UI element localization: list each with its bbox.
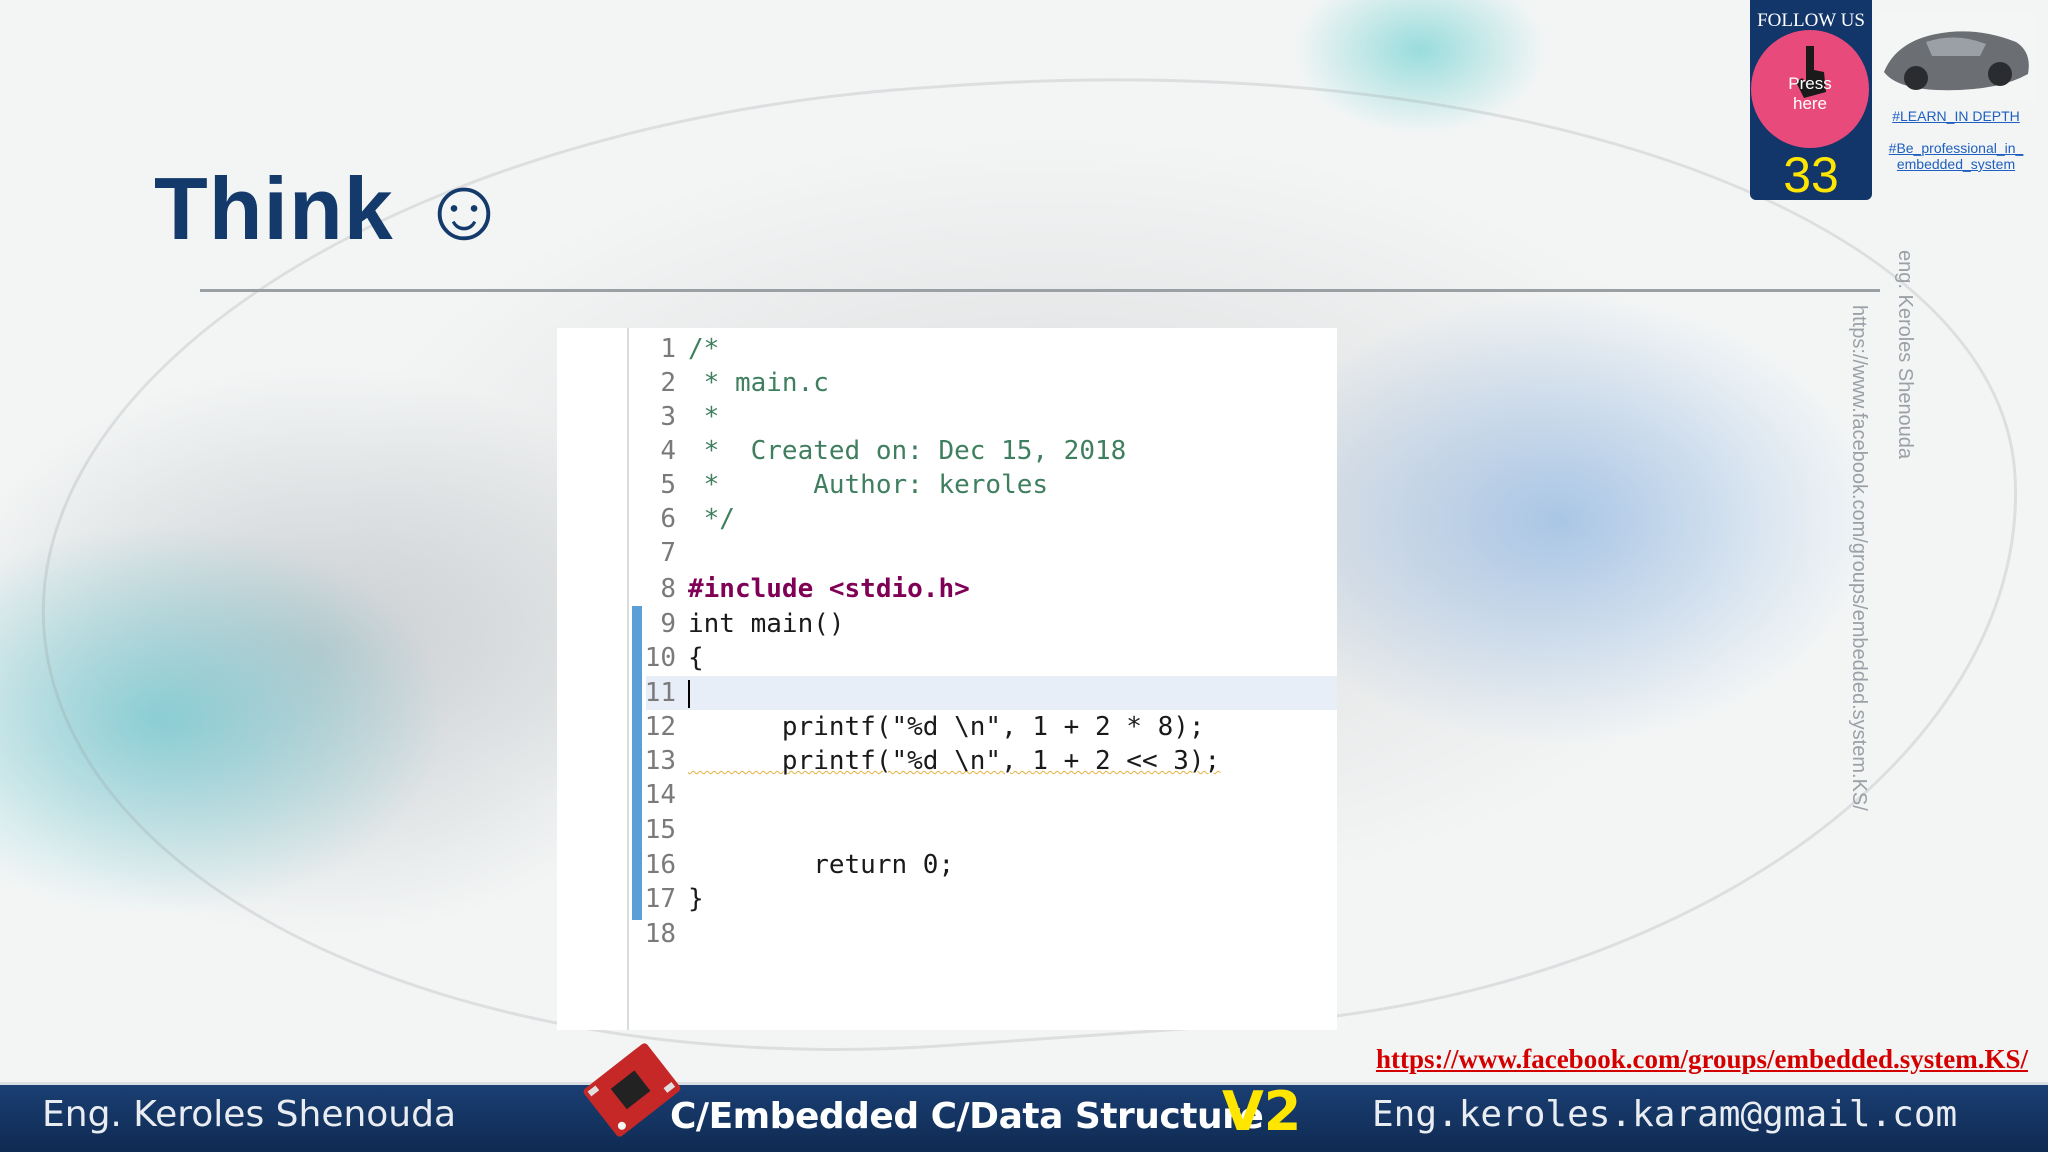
slide-number: 33 bbox=[1783, 147, 1839, 203]
code-line-7: 7 bbox=[660, 538, 676, 568]
code-line-8: 8 #include <stdio.h> bbox=[660, 574, 970, 604]
code-line-6: 6 */ bbox=[660, 504, 735, 534]
code-line-2: 2 * main.c bbox=[660, 368, 829, 398]
vertical-author-text: eng. Keroles Shenouda bbox=[1894, 250, 1916, 460]
code-line-5: 5 * Author: keroles bbox=[660, 470, 1049, 500]
code-line-13: 13 printf("%d \n", 1 + 2 << 3); bbox=[644, 746, 1221, 776]
slide-title: Think ☺ bbox=[154, 159, 510, 258]
code-line-18: 18 bbox=[644, 919, 676, 949]
text-caret bbox=[688, 679, 690, 708]
code-line-4: 4 * Created on: Dec 15, 2018 bbox=[660, 436, 1127, 466]
car-thumbnail-image bbox=[1876, 12, 2036, 102]
code-line-17: 17} bbox=[644, 884, 704, 914]
learn-in-depth-tag[interactable]: #LEARN_IN DEPTH bbox=[1876, 108, 2036, 124]
code-line-3: 3 * bbox=[660, 402, 720, 432]
press-here-label: Press here bbox=[1788, 74, 1832, 113]
gutter-divider bbox=[627, 328, 629, 1030]
footer-email[interactable]: Eng.keroles.karam@gmail.com bbox=[1372, 1094, 1957, 1135]
code-line-1: 1/* bbox=[660, 334, 720, 364]
vertical-url-text: https://www.facebook.com/groups/embedded… bbox=[1848, 305, 1870, 811]
code-line-16: 16 return 0; bbox=[644, 850, 955, 880]
footer-version: V2 bbox=[1222, 1080, 1302, 1143]
code-line-12: 12 printf("%d \n", 1 + 2 * 8); bbox=[644, 712, 1205, 742]
code-line-15: 15 bbox=[644, 815, 676, 845]
code-line-14: 14 bbox=[644, 780, 676, 810]
be-professional-tag[interactable]: #Be_professional_in_ embedded_system bbox=[1876, 140, 2036, 172]
code-line-10: 10{ bbox=[644, 643, 704, 673]
footer-author: Eng. Keroles Shenouda bbox=[42, 1094, 457, 1135]
facebook-group-link[interactable]: https://www.facebook.com/groups/embedded… bbox=[1248, 1044, 2028, 1075]
footer-course-title: C/Embedded C/Data Structure bbox=[670, 1096, 1264, 1137]
follow-us-label: FOLLOW US bbox=[1757, 10, 1865, 31]
code-line-9: 9 int main() bbox=[660, 609, 845, 639]
code-line-11[interactable]: 11 bbox=[640, 676, 1330, 710]
title-divider bbox=[200, 289, 1880, 292]
